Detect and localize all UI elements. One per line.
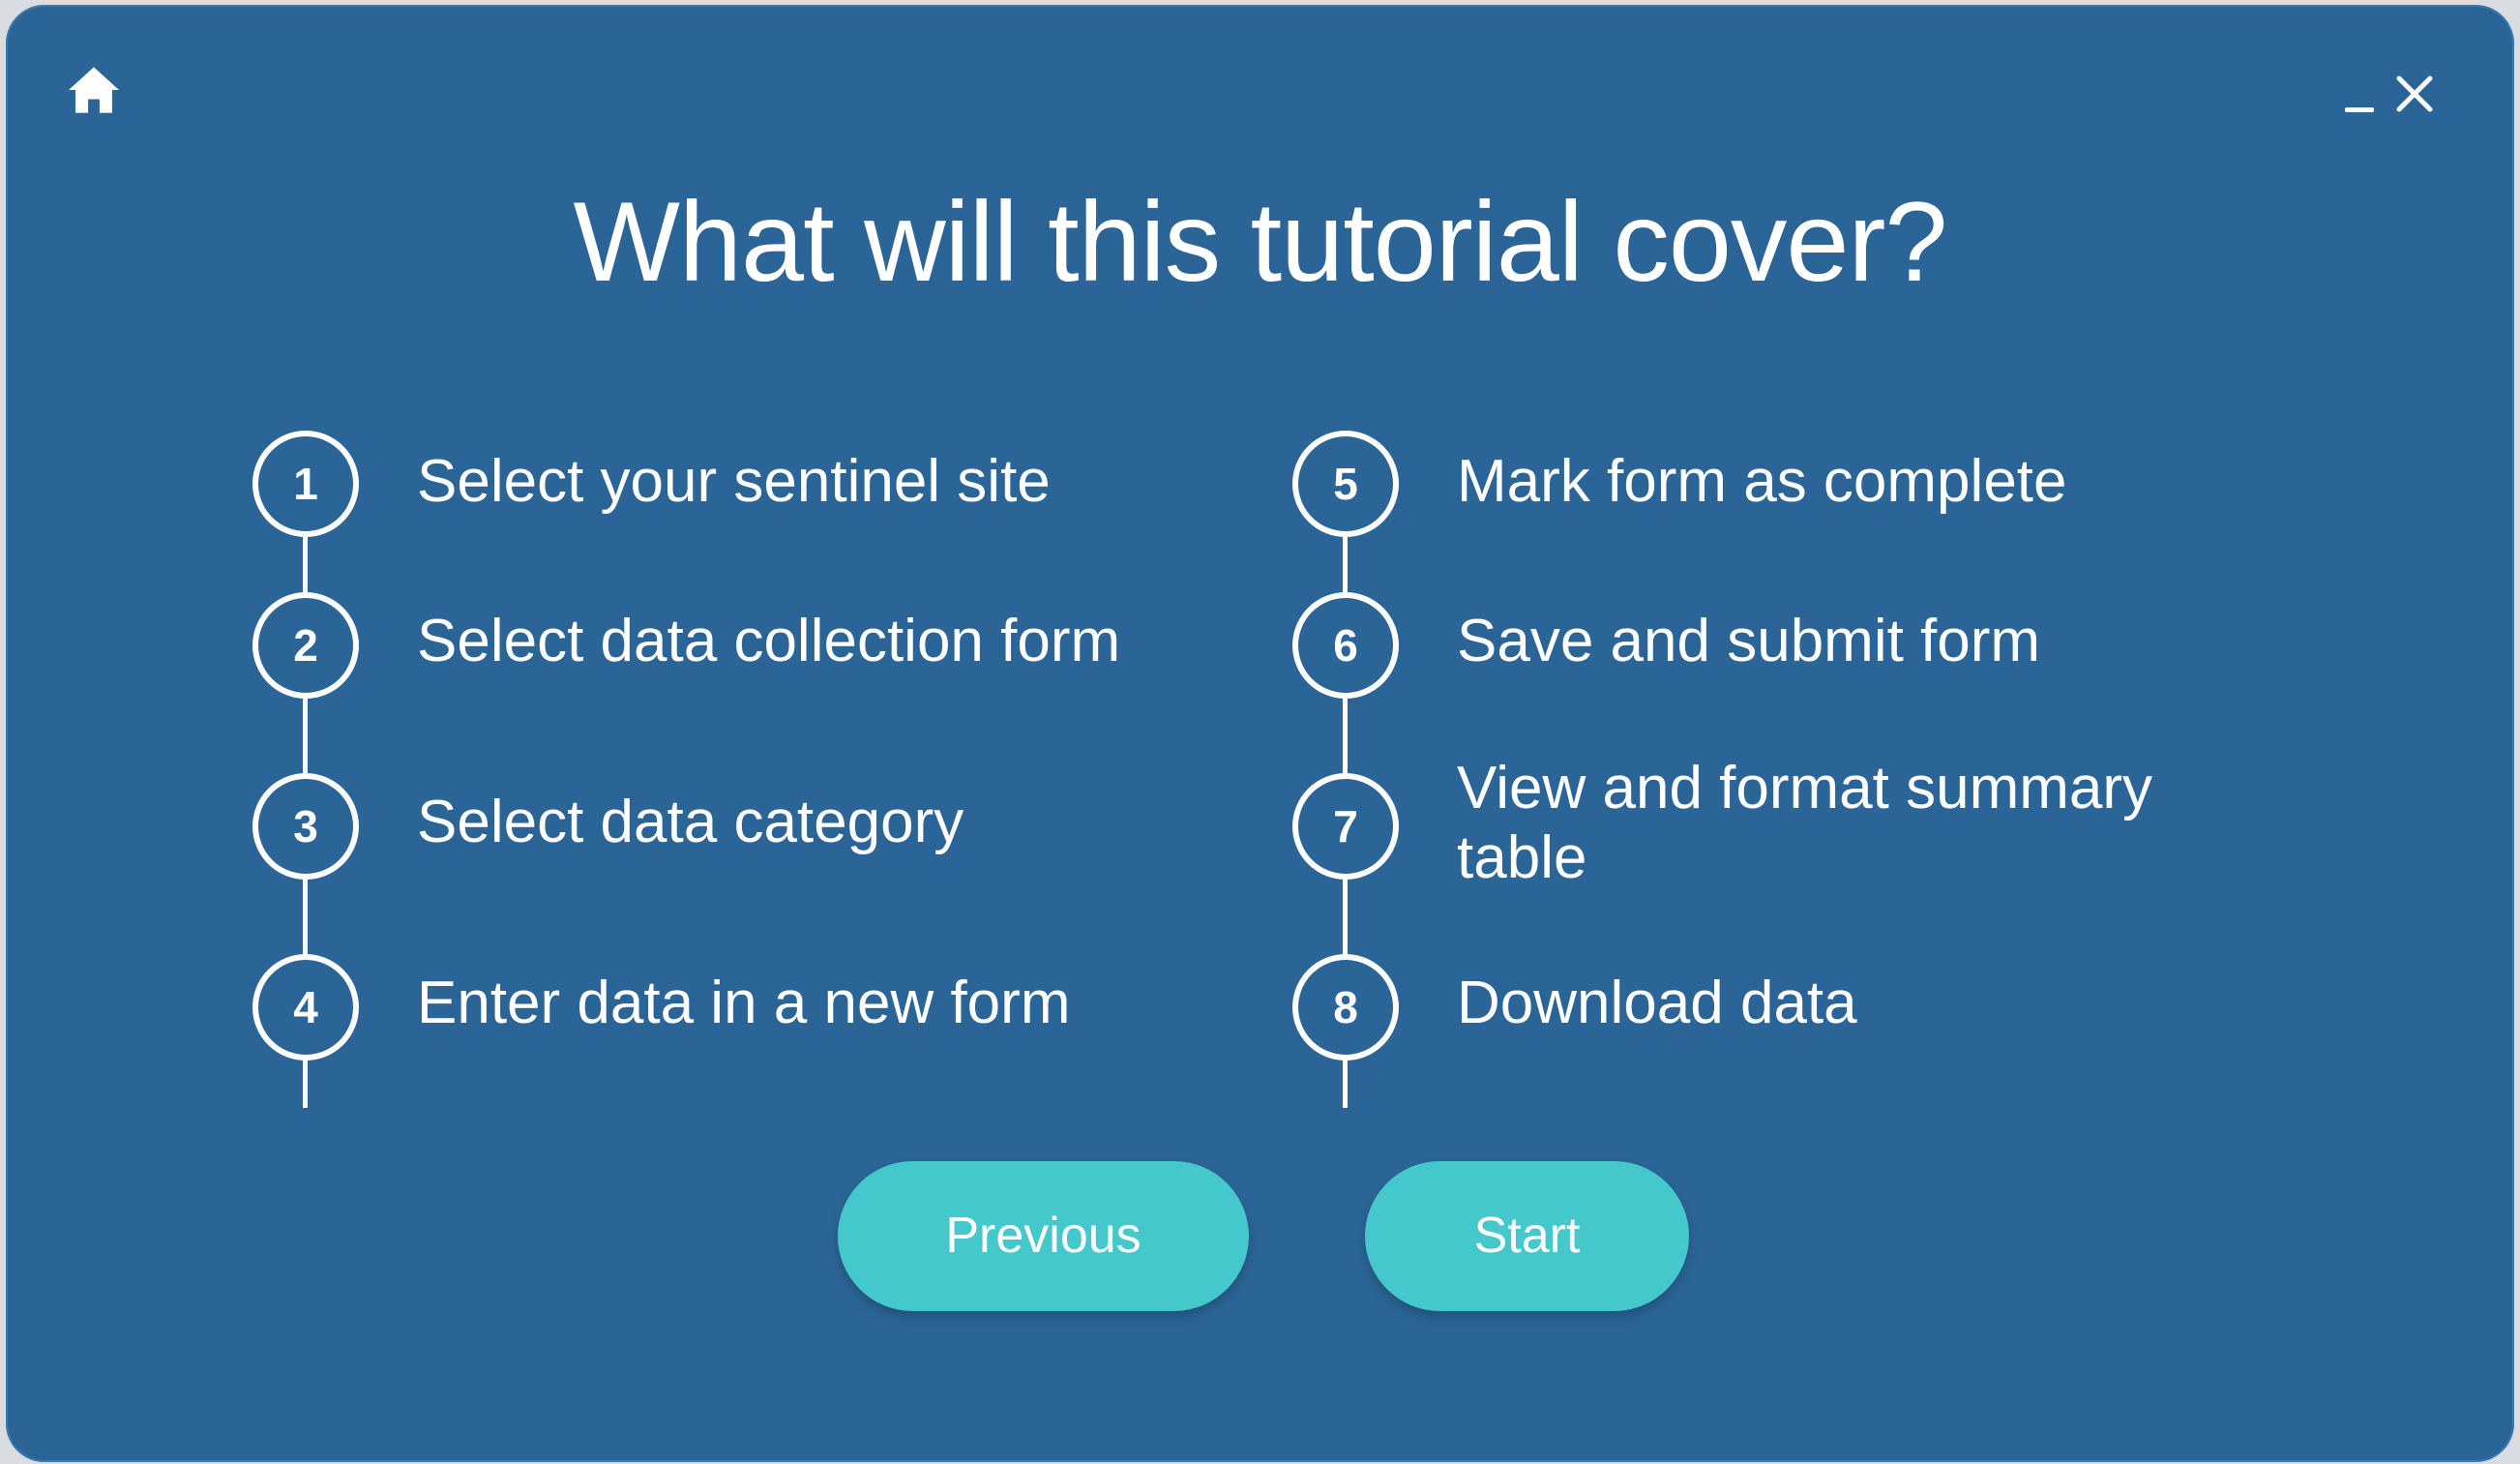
step-item-1: 1 Select your sentinel site [252, 431, 1220, 537]
home-icon [69, 67, 119, 113]
tutorial-window: What will this tutorial cover? 1 Select … [6, 5, 2514, 1462]
home-button[interactable] [66, 65, 122, 115]
step-number-badge: 1 [252, 431, 359, 537]
step-label: View and format summary table [1457, 755, 2152, 891]
step-item-5: 5 Mark form as complete [1292, 431, 2260, 537]
minimize-button[interactable] [2345, 97, 2374, 112]
step-label: Select data collection form [417, 608, 1121, 674]
step-label: Select your sentinel site [417, 448, 1051, 515]
close-button[interactable] [2393, 73, 2436, 115]
step-number-badge: 6 [1292, 592, 1399, 699]
page-title: What will this tutorial cover? [573, 178, 1948, 305]
step-item-6: 6 Save and submit form [1292, 592, 2260, 699]
step-number-badge: 8 [1292, 954, 1399, 1061]
step-item-8: 8 Download data [1292, 954, 2260, 1061]
step-item-7: 7 View and format summary table [1292, 755, 2260, 918]
previous-button[interactable]: Previous [838, 1161, 1249, 1311]
step-label: Mark form as complete [1457, 448, 2067, 515]
step-item-3: 3 Select data category [252, 773, 1220, 880]
step-number-badge: 7 [1292, 773, 1399, 880]
step-label: Select data category [417, 789, 964, 855]
step-label: Enter data in a new form [417, 970, 1071, 1036]
close-icon [2396, 75, 2433, 112]
step-item-4: 4 Enter data in a new form [252, 954, 1220, 1061]
start-button[interactable]: Start [1365, 1161, 1689, 1311]
step-number-badge: 2 [252, 592, 359, 699]
step-number-badge: 4 [252, 954, 359, 1061]
step-label: Save and submit form [1457, 608, 2041, 674]
step-number-badge: 3 [252, 773, 359, 880]
step-number-badge: 5 [1292, 431, 1399, 537]
step-label: Download data [1457, 970, 1857, 1036]
minimize-icon [2345, 107, 2374, 112]
step-item-2: 2 Select data collection form [252, 592, 1220, 699]
